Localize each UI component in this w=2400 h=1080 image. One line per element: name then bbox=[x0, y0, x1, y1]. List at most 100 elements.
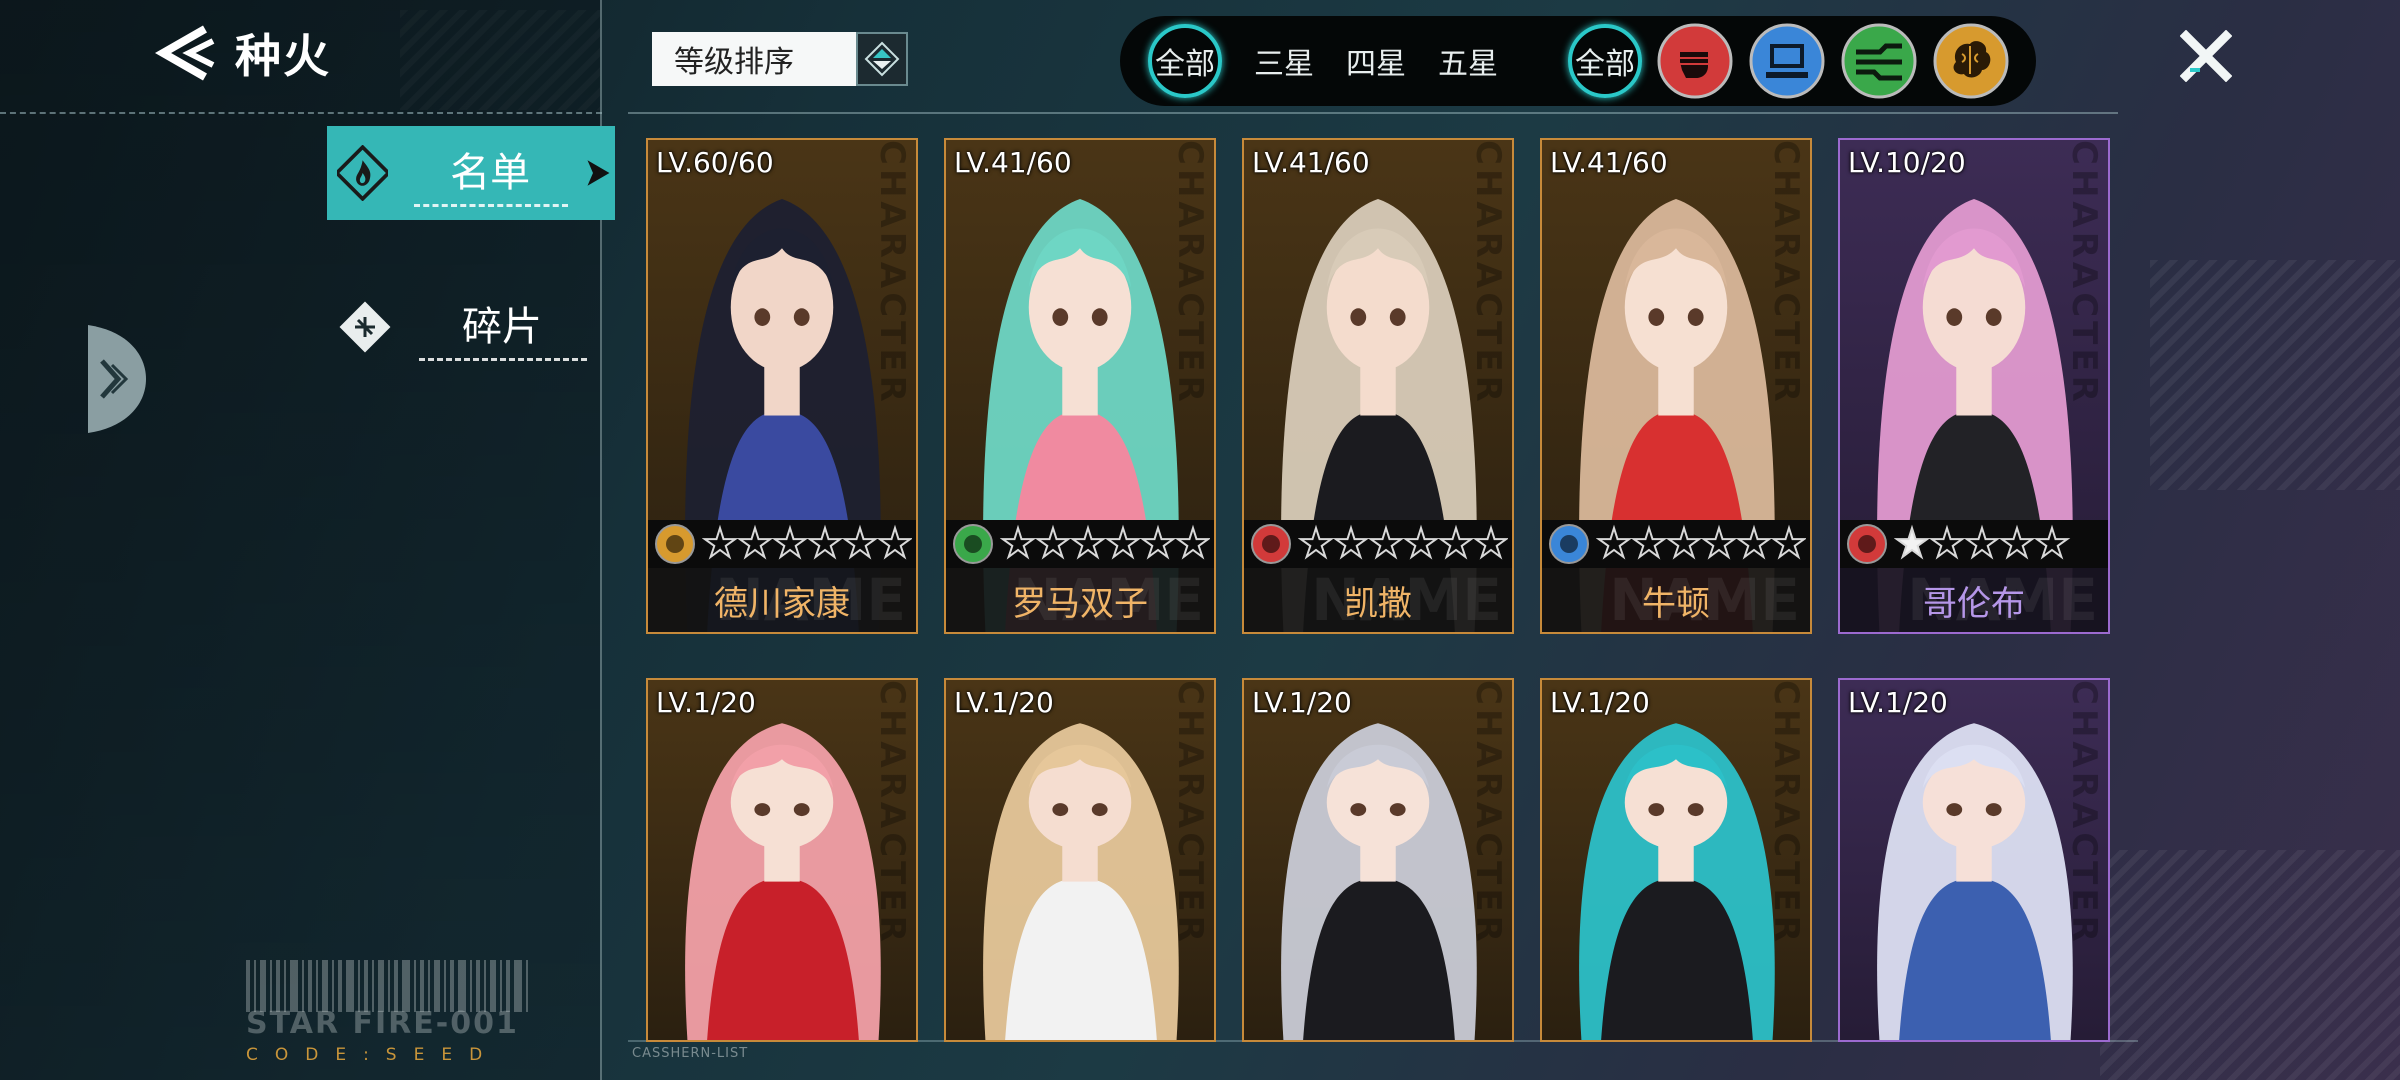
back-arrow-icon bbox=[155, 25, 215, 81]
star-empty-icon bbox=[841, 524, 879, 560]
star-empty-icon bbox=[1472, 524, 1508, 560]
star-filled-icon bbox=[1894, 524, 1931, 560]
divider bbox=[0, 112, 602, 114]
card-info-strip: NAME 哥伦布 bbox=[1840, 520, 2108, 632]
card-side-text: CHARACTER bbox=[1468, 680, 1508, 946]
star-empty-icon bbox=[1735, 524, 1773, 560]
star-rating bbox=[1298, 524, 1508, 560]
star-rating bbox=[1596, 524, 1806, 560]
star-empty-icon bbox=[736, 524, 774, 560]
card-stars-row bbox=[648, 520, 916, 568]
decorative-stripes bbox=[2150, 260, 2400, 490]
card-side-text: CHARACTER bbox=[1170, 680, 1210, 946]
barcode-code: CODE:SEED bbox=[246, 1045, 500, 1065]
card-level: LV.1/20 bbox=[1550, 686, 1650, 719]
character-card[interactable]: CHARACTER LV.1/20 bbox=[646, 678, 918, 1042]
character-card[interactable]: CHARACTER LV.41/60 NAME 凯撒 bbox=[1242, 138, 1514, 634]
card-level: LV.41/60 bbox=[1252, 146, 1370, 179]
card-side-text: CHARACTER bbox=[2064, 140, 2104, 406]
list-footer-label: CASSHERN-LIST bbox=[632, 1046, 749, 1061]
card-info-strip: NAME 凯撒 bbox=[1244, 520, 1512, 632]
fragment-icon bbox=[339, 301, 391, 353]
card-info-strip: NAME 德川家康 bbox=[648, 520, 916, 632]
star-empty-icon bbox=[1596, 524, 1633, 560]
star-empty-icon bbox=[1437, 524, 1475, 560]
card-level: LV.1/20 bbox=[656, 686, 756, 719]
star-empty-icon bbox=[1034, 524, 1072, 560]
sidebar-item-label: 名单 bbox=[414, 140, 569, 207]
divider bbox=[628, 112, 2118, 114]
filter-bar: 全部 三星 四星 五星 全部 bbox=[1120, 16, 2036, 106]
star-empty-icon bbox=[1700, 524, 1738, 560]
star-empty-icon bbox=[771, 524, 809, 560]
decorative-stripes bbox=[2100, 850, 2400, 1080]
left-panel: 种火 名单 碎片 STAR FIRE-001 CODE:SEED bbox=[0, 0, 615, 1080]
page-title: 种火 bbox=[235, 29, 331, 83]
character-card[interactable]: CHARACTER LV.1/20 bbox=[1242, 678, 1514, 1042]
sidebar-item-list[interactable]: 名单 bbox=[327, 126, 615, 220]
card-side-text: CHARACTER bbox=[1766, 680, 1806, 946]
filter-stars-all[interactable]: 全部 bbox=[1148, 24, 1222, 98]
character-card[interactable]: CHARACTER LV.1/20 bbox=[1540, 678, 1812, 1042]
card-stars-row bbox=[1542, 520, 1810, 568]
star-empty-icon bbox=[702, 524, 739, 560]
character-card[interactable]: CHARACTER LV.1/20 bbox=[1838, 678, 2110, 1042]
star-empty-icon bbox=[1770, 524, 1806, 560]
star-empty-icon bbox=[1402, 524, 1440, 560]
chevron-right-icon bbox=[587, 160, 610, 186]
circuit-icon[interactable] bbox=[1840, 22, 1918, 100]
character-card[interactable]: CHARACTER LV.10/20 NAME 哥伦布 bbox=[1838, 138, 2110, 634]
computer-icon bbox=[1549, 524, 1589, 564]
circuit-icon bbox=[953, 524, 993, 564]
star-rating bbox=[1894, 524, 2071, 560]
fire-icon bbox=[337, 145, 389, 201]
back-button[interactable]: 种火 bbox=[155, 22, 331, 84]
sidebar-item-label: 碎片 bbox=[419, 294, 587, 361]
brain-icon[interactable] bbox=[1932, 22, 2010, 100]
character-card[interactable]: CHARACTER LV.41/60 NAME 罗马双子 bbox=[944, 138, 1216, 634]
computer-icon[interactable] bbox=[1748, 22, 1826, 100]
star-empty-icon bbox=[1332, 524, 1370, 560]
character-name: 牛顿 bbox=[1642, 584, 1710, 624]
filter-four-star[interactable]: 四星 bbox=[1330, 39, 1422, 83]
star-empty-icon bbox=[1298, 524, 1335, 560]
barcode-icon bbox=[246, 960, 528, 1012]
character-name: 凯撒 bbox=[1344, 584, 1412, 624]
star-empty-icon bbox=[1139, 524, 1177, 560]
card-level: LV.41/60 bbox=[1550, 146, 1668, 179]
star-empty-icon bbox=[1630, 524, 1668, 560]
star-empty-icon bbox=[876, 524, 912, 560]
character-card[interactable]: CHARACTER LV.60/60 NAME 德川家康 bbox=[646, 138, 918, 634]
star-empty-icon bbox=[2033, 524, 2071, 560]
filter-type-all[interactable]: 全部 bbox=[1568, 24, 1642, 98]
star-empty-icon bbox=[1998, 524, 2036, 560]
sidebar-item-fragments[interactable]: 碎片 bbox=[327, 280, 615, 374]
star-rating bbox=[1000, 524, 1210, 560]
card-side-text: CHARACTER bbox=[1766, 140, 1806, 406]
character-name: 哥伦布 bbox=[1923, 584, 2025, 624]
close-icon[interactable] bbox=[2180, 30, 2232, 82]
character-card[interactable]: CHARACTER LV.41/60 NAME 牛顿 bbox=[1540, 138, 1812, 634]
card-side-text: CHARACTER bbox=[872, 680, 912, 946]
star-empty-icon bbox=[1069, 524, 1107, 560]
card-level: LV.41/60 bbox=[954, 146, 1072, 179]
sort-order-toggle[interactable] bbox=[856, 32, 908, 86]
filter-five-star[interactable]: 五星 bbox=[1422, 39, 1514, 83]
character-card[interactable]: CHARACTER LV.1/20 bbox=[944, 678, 1216, 1042]
star-empty-icon bbox=[1000, 524, 1037, 560]
sort-order-icon bbox=[864, 41, 900, 77]
fist-icon bbox=[1251, 524, 1291, 564]
card-side-text: CHARACTER bbox=[2064, 680, 2104, 946]
filter-three-star[interactable]: 三星 bbox=[1238, 39, 1330, 83]
character-name: 德川家康 bbox=[714, 584, 850, 624]
card-stars-row bbox=[946, 520, 1214, 568]
card-info-strip: NAME 罗马双子 bbox=[946, 520, 1214, 632]
fist-icon[interactable] bbox=[1656, 22, 1734, 100]
card-stars-row bbox=[1244, 520, 1512, 568]
star-empty-icon bbox=[1963, 524, 2001, 560]
star-empty-icon bbox=[1104, 524, 1142, 560]
expand-handle-icon[interactable] bbox=[88, 325, 146, 433]
card-level: LV.60/60 bbox=[656, 146, 774, 179]
barcode-block: STAR FIRE-001 CODE:SEED bbox=[246, 960, 576, 1065]
card-level: LV.10/20 bbox=[1848, 146, 1966, 179]
